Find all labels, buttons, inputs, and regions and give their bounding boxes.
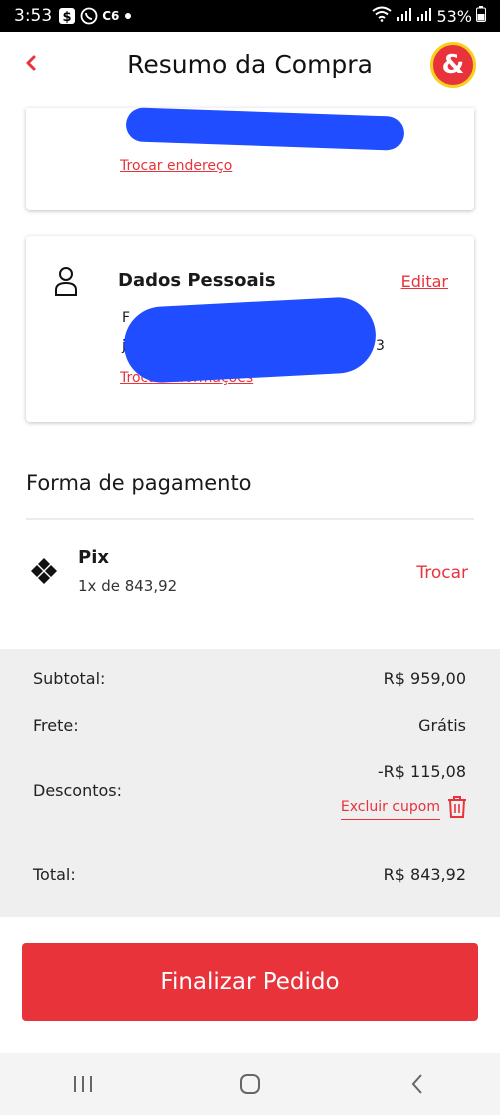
- status-bar: 3:53 $ C6 53%: [0, 0, 500, 32]
- home-icon: [239, 1074, 260, 1094]
- discount-value: -R$ 115,08: [377, 762, 466, 781]
- battery-percent: 53%: [436, 6, 472, 26]
- back-arrow-icon: [411, 1074, 422, 1094]
- total-value: R$ 843,92: [383, 865, 466, 884]
- personal-data-card: Dados Pessoais Editar F jh 3 Trocar info…: [26, 236, 474, 422]
- logo-text: &: [441, 50, 465, 80]
- redaction-mask: [122, 295, 378, 385]
- trash-icon[interactable]: [446, 795, 468, 819]
- whatsapp-icon: [80, 7, 98, 25]
- person-icon: [54, 266, 78, 296]
- payment-method-name: Pix: [78, 547, 109, 568]
- personal-data-title: Dados Pessoais: [118, 270, 276, 291]
- page-title: Resumo da Compra: [127, 50, 373, 79]
- status-time: 3:53: [14, 6, 53, 26]
- discount-label: Descontos:: [33, 781, 123, 800]
- personal-line2-end: 3: [376, 338, 385, 354]
- status-right: 53%: [372, 6, 486, 26]
- order-summary: Subtotal: R$ 959,00 Frete: Grátis Descon…: [0, 649, 500, 917]
- divider: [26, 518, 474, 520]
- signal-icon-2: [416, 6, 432, 26]
- recent-apps-button[interactable]: [53, 1064, 113, 1104]
- battery-icon: [476, 6, 486, 26]
- subtotal-value: R$ 959,00: [383, 669, 466, 688]
- subtotal-label: Subtotal:: [33, 669, 106, 688]
- finish-order-button[interactable]: Finalizar Pedido: [22, 943, 478, 1021]
- recents-icon: [74, 1076, 93, 1092]
- app-header: Resumo da Compra &: [0, 32, 500, 102]
- address-card: Trocar endereço: [26, 107, 474, 210]
- system-back-button[interactable]: [387, 1064, 447, 1104]
- system-nav-bar: [0, 1053, 500, 1115]
- shipping-value: Grátis: [418, 716, 466, 735]
- payment-section-title: Forma de pagamento: [26, 471, 252, 495]
- finish-order-label: Finalizar Pedido: [160, 969, 340, 995]
- signal-icon: [396, 6, 412, 26]
- redaction-mask: [125, 107, 405, 151]
- wifi-icon: [372, 6, 393, 26]
- dollar-app-icon: $: [58, 7, 76, 25]
- payment-installments: 1x de 843,92: [78, 577, 178, 595]
- change-payment-button[interactable]: Trocar: [416, 563, 468, 583]
- shipping-label: Frete:: [33, 716, 79, 735]
- total-label: Total:: [33, 865, 76, 884]
- svg-text:$: $: [63, 10, 72, 25]
- change-address-link[interactable]: Trocar endereço: [120, 158, 232, 174]
- dot-icon: [123, 11, 133, 21]
- pix-icon: [30, 557, 58, 585]
- brand-logo: &: [430, 42, 476, 88]
- home-button[interactable]: [220, 1064, 280, 1104]
- c6-icon: C6: [102, 9, 120, 23]
- remove-coupon-button[interactable]: Excluir cupom: [340, 799, 440, 820]
- edit-link[interactable]: Editar: [401, 272, 448, 291]
